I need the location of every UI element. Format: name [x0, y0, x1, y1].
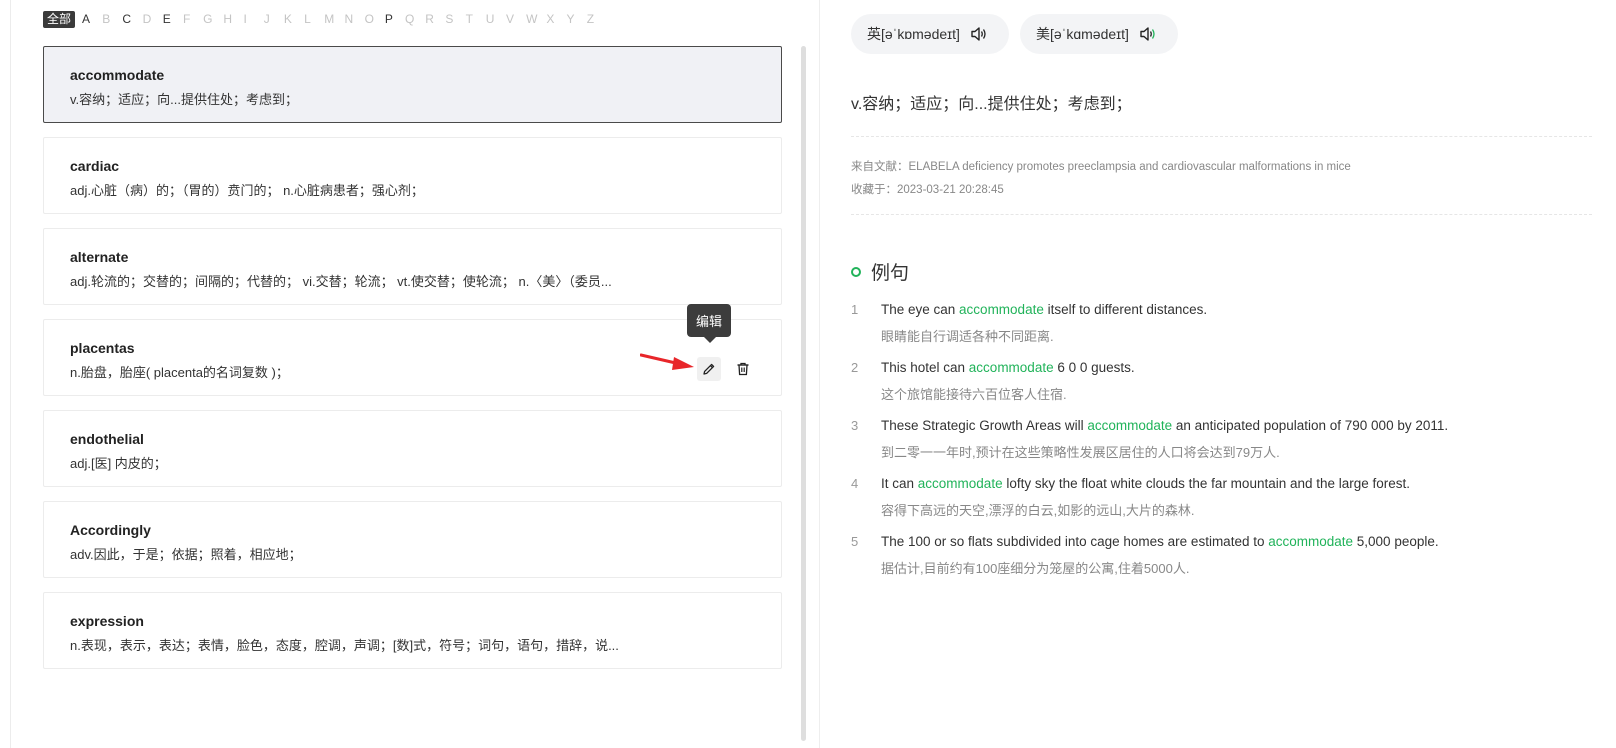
edit-tooltip: 编辑: [687, 304, 731, 343]
filter-letter-q[interactable]: Q: [405, 12, 425, 26]
highlighted-word: accommodate: [1087, 418, 1173, 433]
filter-letter-m[interactable]: M: [324, 12, 344, 26]
filter-letter-z[interactable]: Z: [587, 12, 607, 26]
filter-letter-x[interactable]: X: [546, 12, 566, 26]
filter-letter-j[interactable]: J: [264, 12, 284, 26]
word-card-accommodate[interactable]: accommodate v.容纳；适应；向...提供住处；考虑到；: [43, 46, 782, 123]
example-english: This hotel can accommodate 6 0 0 guests.: [881, 360, 1135, 375]
collected-time: 2023-03-21 20:28:45: [897, 184, 1004, 196]
example-chinese: 眼睛能自行调适各种不同距离.: [881, 329, 1054, 344]
example-english: It can accommodate lofty sky the float w…: [881, 476, 1411, 491]
example-english: The eye can accommodate itself to differ…: [881, 302, 1208, 317]
example-chinese: 容得下高远的天空,漂浮的白云,如影的远山,大片的森林.: [881, 503, 1195, 518]
filter-letter-o[interactable]: O: [365, 12, 385, 26]
word-title: endothelial: [70, 431, 144, 447]
delete-button[interactable]: [731, 357, 755, 381]
example-chinese: 到二零一一年时,预计在这些策略性发展区居住的人口将会达到79万人.: [881, 445, 1280, 460]
collected-info: 收藏于：2023-03-21 20:28:45: [851, 181, 1004, 197]
divider-line: [851, 136, 1592, 137]
example-english: These Strategic Growth Areas will accomm…: [881, 418, 1449, 433]
collected-label: 收藏于：: [851, 184, 897, 196]
pronunciation-us[interactable]: 美[əˈkɑmədeɪt]: [1020, 14, 1178, 54]
word-card-cardiac[interactable]: cardiac adj.心脏（病）的；（胃的）贲门的； n.心脏病患者；强心剂；: [43, 137, 782, 214]
circle-bullet-icon: [851, 266, 861, 277]
filter-letter-e[interactable]: E: [163, 12, 183, 26]
word-card-expression[interactable]: expression n.表现，表示，表达；表情，脸色，态度，腔调，声调；[数]…: [43, 592, 782, 669]
word-definition: adj.心脏（病）的；（胃的）贲门的； n.心脏病患者；强心剂；: [70, 183, 424, 198]
word-definition: n.胎盘，胎座( placenta的名词复数 )；: [70, 365, 289, 380]
word-title: cardiac: [70, 158, 120, 174]
trash-icon: [737, 362, 749, 376]
filter-letter-u[interactable]: U: [486, 12, 506, 26]
filter-letter-c[interactable]: C: [122, 12, 142, 26]
filter-letter-b[interactable]: B: [102, 12, 122, 26]
word-title: placentas: [70, 340, 135, 356]
filter-letter-y[interactable]: Y: [567, 12, 587, 26]
word-card-accordingly[interactable]: Accordingly adv.因此，于是；依据；照着，相应地；: [43, 501, 782, 578]
word-title: alternate: [70, 249, 129, 265]
example-number: 3: [851, 418, 859, 433]
filter-all[interactable]: 全部: [43, 10, 76, 28]
pencil-icon: [703, 363, 715, 375]
filter-letter-s[interactable]: S: [445, 12, 465, 26]
word-definition: adv.因此，于是；依据；照着，相应地；: [70, 547, 302, 562]
filter-letter-f[interactable]: F: [183, 12, 203, 26]
left-border: [10, 0, 11, 748]
pronunciation-uk[interactable]: 英[əˈkɒmədeɪt]: [851, 14, 1009, 54]
word-card-endothelial[interactable]: endothelial adj.[医] 内皮的；: [43, 410, 782, 487]
panel-divider: [819, 0, 820, 748]
examples-title-text: 例句: [871, 263, 910, 284]
filter-letter-v[interactable]: V: [506, 12, 526, 26]
filter-letter-g[interactable]: G: [203, 12, 223, 26]
edit-button[interactable]: [697, 357, 721, 381]
filter-letter-i[interactable]: I: [244, 12, 264, 26]
highlighted-word: accommodate: [917, 476, 1003, 491]
highlighted-word: accommodate: [959, 302, 1044, 317]
word-card-alternate[interactable]: alternate adj.轮流的；交替的；间隔的；代替的； vi.交替；轮流；…: [43, 228, 782, 305]
example-chinese: 这个旅馆能接待六百位客人住宿.: [881, 387, 1067, 402]
list-scrollbar[interactable]: [801, 46, 806, 741]
source-title[interactable]: ELABELA deficiency promotes preeclampsia…: [909, 161, 1351, 173]
example-number: 1: [851, 302, 859, 317]
word-definition: n.表现，表示，表达；表情，脸色，态度，腔调，声调；[数]式，符号；词句，语句，…: [70, 638, 619, 653]
word-definition: v.容纳；适应；向...提供住处；考虑到；: [70, 92, 298, 107]
highlighted-word: accommodate: [968, 360, 1054, 375]
word-meaning: v.容纳；适应；向...提供住处；考虑到；: [851, 96, 1132, 113]
filter-letter-d[interactable]: D: [143, 12, 163, 26]
filter-letter-p[interactable]: P: [385, 12, 405, 26]
example-chinese: 据估计,目前约有100座细分为笼屋的公寓,住着5000人.: [881, 561, 1190, 576]
pronunciation-us-text: 美[əˈkɑmədeɪt]: [1036, 26, 1129, 42]
speaker-icon[interactable]: [1139, 26, 1157, 42]
word-title: expression: [70, 613, 144, 629]
red-arrow-annotation: [640, 353, 694, 370]
example-number: 2: [851, 360, 859, 375]
speaker-icon[interactable]: [970, 26, 988, 42]
filter-letter-k[interactable]: K: [284, 12, 304, 26]
filter-letter-l[interactable]: L: [304, 12, 324, 26]
source-info: 来自文献：ELABELA deficiency promotes preecla…: [851, 158, 1351, 174]
filter-letter-a[interactable]: A: [82, 12, 102, 26]
example-english: The 100 or so flats subdivided into cage…: [881, 534, 1439, 549]
examples-section-title: 例句: [851, 258, 909, 285]
filter-letter-w[interactable]: W: [526, 12, 546, 26]
example-number: 4: [851, 476, 859, 491]
pronunciation-uk-text: 英[əˈkɒmədeɪt]: [867, 26, 960, 42]
filter-letter-r[interactable]: R: [425, 12, 445, 26]
divider-line: [851, 214, 1592, 215]
word-title: accommodate: [70, 67, 165, 83]
word-definition: adj.轮流的；交替的；间隔的；代替的； vi.交替；轮流； vt.使交替；使轮…: [70, 274, 612, 289]
source-label: 来自文献：: [851, 161, 909, 173]
example-number: 5: [851, 534, 859, 549]
filter-letter-n[interactable]: N: [344, 12, 364, 26]
highlighted-word: accommodate: [1268, 534, 1354, 549]
word-title: Accordingly: [70, 522, 151, 538]
word-definition: adj.[医] 内皮的；: [70, 456, 167, 471]
alphabet-filter: 全部 A B C D E F G H I J K L M N O P Q R S…: [43, 10, 607, 28]
filter-letter-t[interactable]: T: [466, 12, 486, 26]
filter-letter-h[interactable]: H: [223, 12, 243, 26]
